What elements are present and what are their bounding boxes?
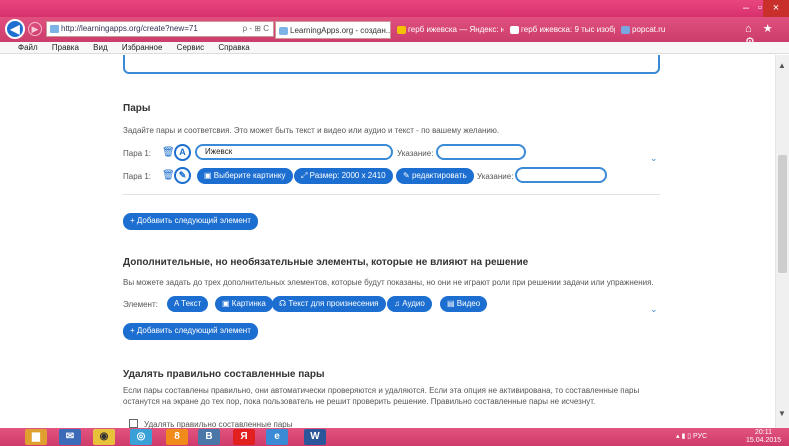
forward-button[interactable]: ▶ (28, 22, 42, 36)
delete-pairs-description-1: Если пары составлены правильно, они авто… (123, 386, 640, 395)
tab-yandex-search[interactable]: герб ижевска — Яндекс: на... (394, 21, 504, 39)
add-text-button[interactable]: A Текст (167, 296, 209, 312)
text-button-label: Текст (181, 299, 202, 308)
taskbar-mail-icon[interactable]: ✉ (59, 429, 81, 445)
add-speech-button[interactable]: ☊ Текст для произнесения (272, 296, 386, 312)
clock-time: 20:11 (755, 429, 773, 436)
clock-date: 15.04.2015 (746, 437, 782, 444)
close-window-button[interactable]: × (763, 0, 789, 17)
menu-bar: Файл Правка Вид Избранное Сервис Справка (0, 42, 789, 54)
hint-input-2[interactable] (515, 167, 607, 183)
music-icon: ♫ (394, 299, 400, 308)
menu-favorites[interactable]: Избранное (122, 42, 163, 53)
vertical-scrollbar[interactable]: ▲ ▼ (775, 55, 789, 428)
film-icon: ▤ (447, 299, 455, 308)
taskbar-explorer-icon[interactable]: ▆ (25, 429, 47, 445)
edit-image-label: редактировать (411, 171, 467, 180)
delete-pairs-title: Удалять правильно составленные пары (123, 369, 325, 380)
image-size-label: Размер: 2000 x 2410 (309, 171, 386, 180)
taskbar-browser-icon[interactable]: ◎ (130, 429, 152, 445)
tab-label: popcat.ru (632, 25, 666, 34)
add-video-button[interactable]: ▤ Видео (440, 296, 488, 312)
menu-tools[interactable]: Сервис (177, 42, 204, 53)
hint-input-1[interactable] (436, 144, 526, 160)
pairs-description: Задайте пары и соответсвия. Это может бы… (123, 126, 500, 135)
page-content: Пары Задайте пары и соответсвия. Это мож… (0, 55, 775, 428)
taskbar-ok-icon[interactable]: 8 (166, 429, 188, 445)
window-title-bar: – ▫ × (0, 0, 789, 17)
taskbar-yandex-icon[interactable]: Я (233, 429, 255, 445)
tab-label: герб ижевска — Яндекс: на... (408, 25, 504, 34)
speech-button-label: Текст для произнесения (288, 299, 379, 308)
choose-image-label: Выберите картинку (213, 171, 286, 180)
element-label: Элемент: (123, 300, 158, 309)
text-type-icon[interactable]: A (174, 144, 191, 161)
scroll-thumb[interactable] (778, 155, 787, 273)
tab-favicon-icon (621, 26, 630, 34)
delete-pairs-description-2: останутся на экране до тех пор, пока пол… (123, 397, 596, 406)
scroll-up-icon[interactable]: ▲ (778, 61, 786, 70)
taskbar-ie-icon[interactable]: e (266, 429, 288, 445)
menu-file[interactable]: Файл (18, 42, 38, 53)
audio-button-label: Аудио (402, 299, 425, 308)
pair-1-label: Пара 1: (123, 149, 151, 158)
add-image-button[interactable]: ▣ Картинка (215, 296, 273, 312)
tab-yandex-images[interactable]: герб ижевска: 9 тыс изобра... (507, 21, 615, 39)
extras-description: Вы можете задать до трех дополнительных … (123, 278, 654, 287)
address-bar[interactable]: http://learningapps.org/create?new=71 ρ … (46, 21, 274, 37)
menu-edit[interactable]: Правка (52, 42, 79, 53)
browser-nav-bar: ◀ ▶ http://learningapps.org/create?new=7… (0, 17, 789, 48)
system-tray[interactable]: ▴ ▮ ▯ РУС (676, 432, 707, 440)
menu-help[interactable]: Справка (218, 42, 249, 53)
tab-favicon-icon (510, 26, 519, 34)
taskbar-vk-icon[interactable]: B (198, 429, 220, 445)
tab-label: LearningApps.org - создан... (290, 26, 391, 35)
choose-image-button[interactable]: ▣ Выберите картинку (197, 168, 293, 184)
address-tools[interactable]: ρ - ⊞ C (243, 22, 269, 36)
back-button[interactable]: ◀ (5, 19, 25, 39)
text-icon: A (174, 299, 179, 308)
tab-popcat[interactable]: popcat.ru (618, 21, 708, 39)
delete-pairs-checkbox[interactable] (129, 419, 138, 428)
add-audio-button[interactable]: ♫ Аудио (387, 296, 432, 312)
favicon-icon (50, 25, 59, 33)
image-button-label: Картинка (231, 299, 266, 308)
taskbar-word-icon[interactable]: W (304, 429, 326, 445)
video-button-label: Видео (456, 299, 481, 308)
headphones-icon: ☊ (279, 299, 287, 308)
pair-1-text-input[interactable]: Ижевск (195, 144, 393, 160)
divider (123, 194, 660, 195)
taskbar-chrome-icon[interactable]: ◉ (93, 429, 115, 445)
tab-favicon-icon (397, 26, 406, 34)
chevron-down-icon[interactable]: ⌄ (650, 304, 658, 315)
clock[interactable]: 20:11 15.04.2015 (746, 429, 781, 445)
address-text: http://learningapps.org/create?new=71 (61, 24, 198, 33)
hint-label: Указание: (397, 149, 434, 158)
pair-1-label-2: Пара 1: (123, 172, 151, 181)
trash-icon[interactable]: 🗑 (162, 171, 175, 181)
image-type-icon[interactable]: ✎ (174, 167, 191, 184)
taskbar: ▆ ✉ ◉ ◎ 8 B Я e W ▴ ▮ ▯ РУС 20:11 15.04.… (0, 428, 789, 446)
scroll-down-icon[interactable]: ▼ (778, 409, 786, 418)
tab-label: герб ижевска: 9 тыс изобра... (521, 25, 615, 34)
image-icon: ▣ (222, 299, 230, 308)
extras-title: Дополнительные, но необязательные элемен… (123, 257, 529, 268)
trash-icon[interactable]: 🗑 (162, 148, 175, 158)
hint-label-2: Указание: (477, 172, 514, 181)
delete-pairs-checkbox-label: Удалять правильно составленные пары (144, 420, 293, 428)
image-size-button[interactable]: ⤢ Размер: 2000 x 2410 (294, 168, 393, 184)
tab-favicon-icon (279, 27, 288, 35)
add-extra-button[interactable]: + Добавить следующий элемент (123, 323, 258, 340)
add-pair-button[interactable]: + Добавить следующий элемент (123, 213, 258, 230)
edit-image-button[interactable]: ✎ редактировать (396, 168, 474, 184)
tab-learningapps[interactable]: LearningApps.org - создан... × (275, 21, 391, 39)
pairs-title: Пары (123, 103, 151, 114)
menu-view[interactable]: Вид (93, 42, 107, 53)
chevron-down-icon[interactable]: ⌄ (650, 153, 658, 164)
previous-textarea[interactable] (123, 55, 660, 74)
